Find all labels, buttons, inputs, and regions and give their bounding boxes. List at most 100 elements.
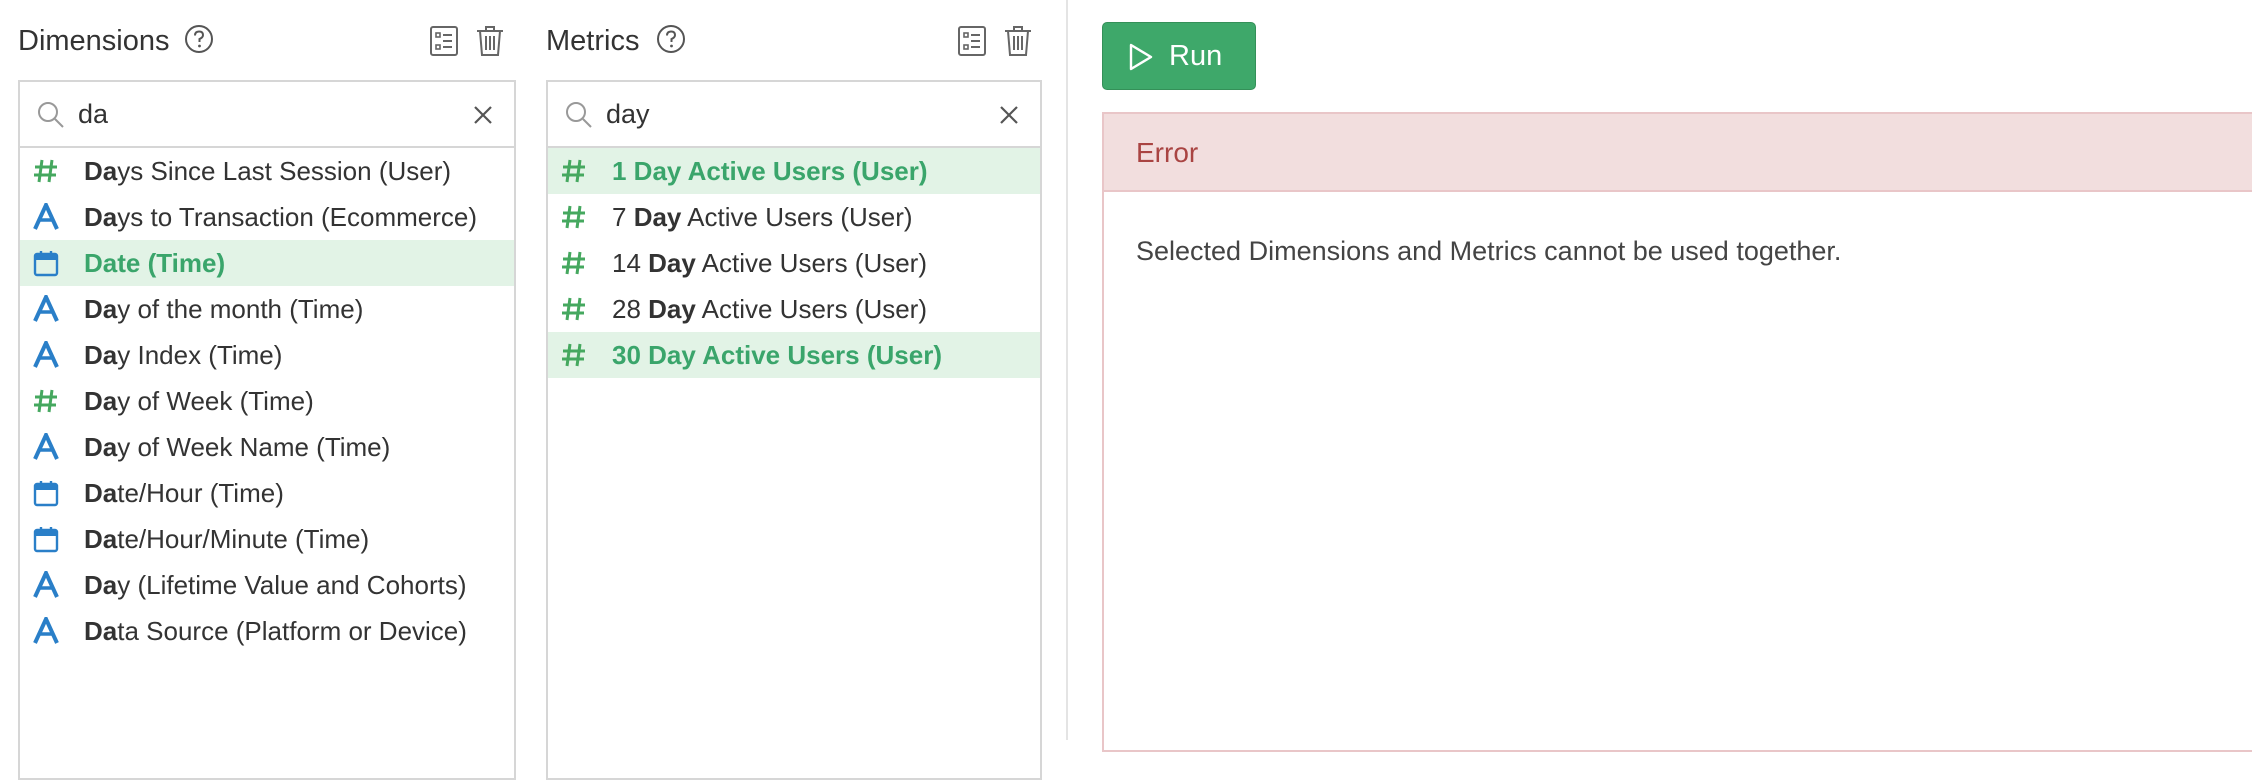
item-label-match: Da bbox=[84, 340, 118, 370]
dimension-list-item[interactable]: Date (Time) bbox=[20, 240, 514, 286]
item-label-prefix: 14 bbox=[612, 248, 649, 278]
item-label-match: Day bbox=[648, 248, 696, 278]
letter-a-icon bbox=[33, 617, 59, 644]
metric-item-label: 1 Day Active Users (User) bbox=[612, 148, 928, 194]
metric-item-label: 30 Day Active Users (User) bbox=[612, 332, 942, 378]
item-label-rest: ys Since Last Session (User) bbox=[117, 156, 452, 186]
item-label-rest: ys to Transaction (Ecommerce) bbox=[117, 202, 478, 232]
dimensions-list-box: Days Since Last Session (User) Days to T… bbox=[18, 80, 516, 780]
search-icon bbox=[38, 102, 64, 128]
metric-list-item[interactable]: 28 Day Active Users (User) bbox=[548, 286, 1040, 332]
item-label-rest: Active Users (User) bbox=[695, 248, 928, 278]
dimension-list-item[interactable]: Days to Transaction (Ecommerce) bbox=[20, 194, 514, 240]
list-checks-icon[interactable] bbox=[956, 24, 988, 58]
run-button[interactable]: Run bbox=[1102, 22, 1256, 90]
metric-item-label: 28 Day Active Users (User) bbox=[612, 286, 927, 332]
dimensions-search bbox=[20, 82, 514, 148]
metrics-search-input[interactable] bbox=[606, 94, 946, 134]
dimensions-title: Dimensions bbox=[18, 25, 170, 57]
close-icon[interactable] bbox=[998, 104, 1020, 126]
dimension-list-item[interactable]: Day (Lifetime Value and Cohorts) bbox=[20, 562, 514, 608]
item-label-rest: ta Source (Platform or Device) bbox=[117, 616, 467, 646]
dimension-list-item[interactable]: Day Index (Time) bbox=[20, 332, 514, 378]
panel-divider bbox=[1066, 0, 1068, 740]
item-label-match: Da bbox=[84, 478, 118, 508]
dimension-item-label: Day of Week Name (Time) bbox=[84, 424, 390, 470]
metric-list-item[interactable]: 14 Day Active Users (User) bbox=[548, 240, 1040, 286]
calendar-icon bbox=[33, 527, 59, 553]
item-label-match: Da bbox=[84, 432, 118, 462]
letter-a-icon bbox=[33, 433, 59, 460]
list-checks-icon[interactable] bbox=[428, 24, 460, 58]
item-label-match: Da bbox=[84, 156, 118, 186]
hash-icon bbox=[34, 159, 57, 183]
trash-icon[interactable] bbox=[474, 24, 506, 58]
item-label-rest: Active Users (User) bbox=[681, 202, 913, 232]
dimension-item-label: Date (Time) bbox=[84, 240, 225, 286]
item-label-match: Day bbox=[633, 202, 682, 232]
item-label-match: Da bbox=[84, 570, 118, 600]
search-icon bbox=[566, 102, 592, 128]
item-label-match: Da bbox=[84, 524, 118, 554]
item-label-match: Day bbox=[648, 294, 696, 324]
dimension-list-item[interactable]: Day of Week (Time) bbox=[20, 378, 514, 424]
calendar-icon bbox=[33, 481, 59, 507]
letter-a-icon bbox=[33, 341, 59, 368]
item-label-match: Da bbox=[84, 386, 118, 416]
item-label-rest: y Index (Time) bbox=[117, 340, 283, 370]
metric-item-label: 14 Day Active Users (User) bbox=[612, 240, 927, 286]
error-header: Error bbox=[1104, 114, 2252, 192]
dimension-item-label: Date/Hour (Time) bbox=[84, 470, 284, 516]
dimensions-header: Dimensions bbox=[18, 18, 516, 66]
hash-icon bbox=[562, 343, 585, 367]
item-label-rest: y of Week (Time) bbox=[117, 386, 314, 416]
dimensions-search-input[interactable] bbox=[78, 94, 418, 134]
dimension-item-label: Data Source (Platform or Device) bbox=[84, 608, 467, 654]
dimensions-list: Days Since Last Session (User) Days to T… bbox=[20, 148, 514, 654]
error-title: Error bbox=[1136, 137, 1199, 168]
hash-icon bbox=[562, 297, 585, 321]
item-label-rest: te/Hour (Time) bbox=[117, 478, 284, 508]
hash-icon bbox=[562, 159, 585, 183]
hash-icon bbox=[562, 205, 585, 229]
letter-a-icon bbox=[33, 203, 59, 230]
metrics-panel: Metrics day 1 Day Active Users (User) 7 … bbox=[546, 0, 1042, 780]
question-circle-icon[interactable] bbox=[184, 24, 214, 54]
item-label-rest: te/Hour/Minute (Time) bbox=[117, 524, 370, 554]
dimension-list-item[interactable]: Data Source (Platform or Device) bbox=[20, 608, 514, 654]
metric-list-item[interactable]: 30 Day Active Users (User) bbox=[548, 332, 1040, 378]
dimension-item-label: Day of the month (Time) bbox=[84, 286, 363, 332]
dimension-item-label: Day Index (Time) bbox=[84, 332, 282, 378]
item-label-match: Da bbox=[84, 294, 118, 324]
dimension-item-label: Date/Hour/Minute (Time) bbox=[84, 516, 369, 562]
trash-icon[interactable] bbox=[1002, 24, 1034, 58]
play-icon bbox=[1129, 43, 1153, 71]
item-label-rest: y of Week Name (Time) bbox=[117, 432, 391, 462]
hash-icon bbox=[34, 389, 57, 413]
letter-a-icon bbox=[33, 571, 59, 598]
metrics-title: Metrics bbox=[546, 25, 640, 57]
run-label: Run bbox=[1169, 40, 1223, 72]
dimension-list-item[interactable]: Day of Week Name (Time) bbox=[20, 424, 514, 470]
dimension-list-item[interactable]: Date/Hour (Time) bbox=[20, 470, 514, 516]
metrics-search bbox=[548, 82, 1040, 148]
dimension-item-label: Day of Week (Time) bbox=[84, 378, 314, 424]
metrics-list-box: 1 Day Active Users (User) 7 Day Active U… bbox=[546, 80, 1042, 780]
dimension-list-item[interactable]: Date/Hour/Minute (Time) bbox=[20, 516, 514, 562]
dimension-list-item[interactable]: Days Since Last Session (User) bbox=[20, 148, 514, 194]
metric-item-label: 7 Day Active Users (User) bbox=[612, 194, 913, 240]
dimension-item-label: Days to Transaction (Ecommerce) bbox=[84, 194, 477, 240]
item-label-prefix: 7 bbox=[612, 202, 634, 232]
metric-list-item[interactable]: 1 Day Active Users (User) bbox=[548, 148, 1040, 194]
dimension-item-label: Days Since Last Session (User) bbox=[84, 148, 451, 194]
close-icon[interactable] bbox=[472, 104, 494, 126]
letter-a-icon bbox=[33, 295, 59, 322]
item-label-match: 30 Day Active Users (User) bbox=[612, 340, 942, 370]
error-message: Selected Dimensions and Metrics cannot b… bbox=[1136, 236, 1842, 266]
question-circle-icon[interactable] bbox=[656, 24, 686, 54]
metric-list-item[interactable]: 7 Day Active Users (User) bbox=[548, 194, 1040, 240]
item-label-match: Date (Time) bbox=[84, 248, 226, 278]
item-label-rest: Active Users (User) bbox=[695, 294, 928, 324]
dimension-list-item[interactable]: Day of the month (Time) bbox=[20, 286, 514, 332]
item-label-rest: y of the month (Time) bbox=[117, 294, 364, 324]
